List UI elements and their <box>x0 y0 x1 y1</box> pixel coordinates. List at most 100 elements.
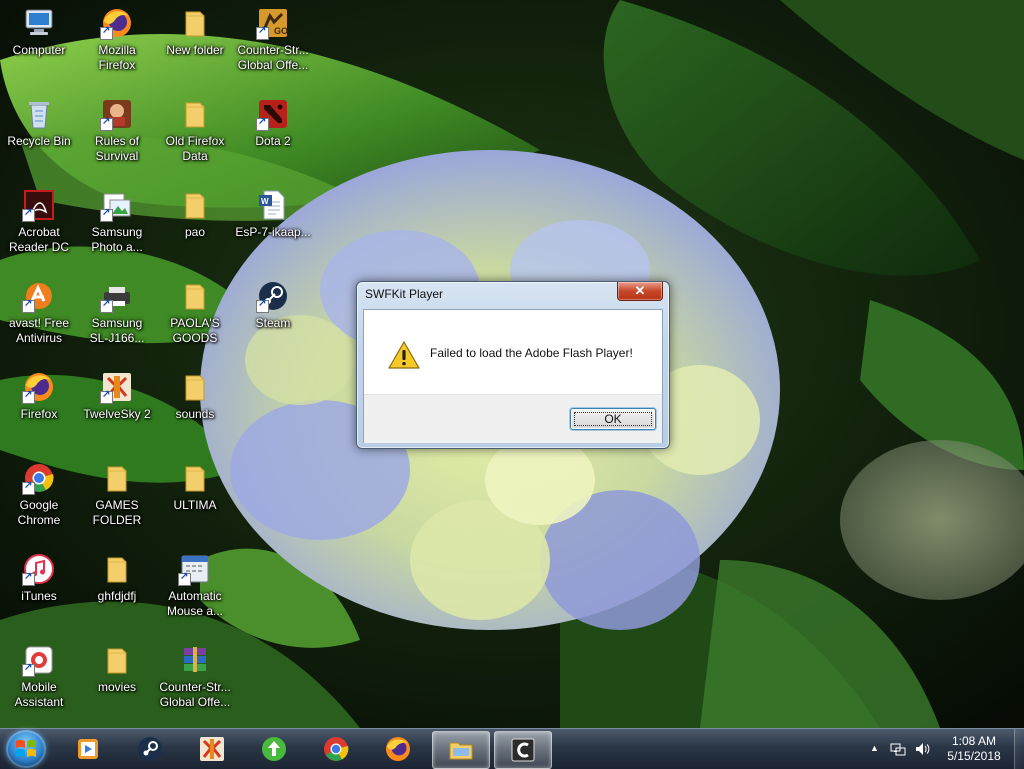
folder-icon <box>100 461 134 495</box>
desktop-icon-computer[interactable]: Computer <box>0 0 78 88</box>
taskbar-clock[interactable]: 1:08 AM 5/15/2018 <box>934 734 1014 764</box>
desktop-icon-twelvesky[interactable]: TwelveSky 2 <box>78 364 156 452</box>
automatic-mouse-icon <box>178 552 212 586</box>
desktop-icon-label: movies <box>97 680 136 694</box>
folder-icon <box>178 188 212 222</box>
desktop-icon-ghfdjdfj[interactable]: ghfdjdfj <box>78 546 156 634</box>
desktop-icon-paolas-goods[interactable]: PAOLA'S GOODS <box>156 273 234 361</box>
shortcut-arrow-icon <box>256 116 269 131</box>
show-desktop-button[interactable] <box>1014 729 1024 769</box>
desktop-icon-samsung-printer[interactable]: Samsung SL-J166... <box>78 273 156 361</box>
folder-icon <box>178 279 212 313</box>
chrome-icon <box>22 461 56 495</box>
desktop-icon-label: GAMES FOLDER <box>92 498 142 527</box>
firefox-icon <box>22 370 56 404</box>
close-icon: ✕ <box>634 283 646 298</box>
desktop-icon-acrobat-reader[interactable]: Acrobat Reader DC <box>0 182 78 270</box>
folder-icon <box>100 643 134 677</box>
folder-icon <box>178 6 212 40</box>
svg-text:W: W <box>261 197 269 206</box>
dialog-title: SWFKit Player <box>365 287 444 301</box>
dialog-message-area: Failed to load the Adobe Flash Player! <box>364 310 662 394</box>
csgo-icon: GO <box>256 6 290 40</box>
desktop-icon-label: Automatic Mouse a... <box>166 589 224 618</box>
desktop-icon-label: Firefox <box>20 407 58 421</box>
dialog-button-bar: OK <box>364 394 662 443</box>
desktop-icon-avast[interactable]: avast! Free Antivirus <box>0 273 78 361</box>
desktop-icon-rules-of-survival[interactable]: Rules of Survival <box>78 91 156 179</box>
rules-of-survival-icon <box>100 97 134 131</box>
folder-icon <box>100 552 134 586</box>
folder-icon <box>178 461 212 495</box>
mobile-assistant-icon <box>22 643 56 677</box>
ok-button[interactable]: OK <box>570 408 656 430</box>
desktop-icon-label: Samsung Photo a... <box>91 225 143 254</box>
desktop-icon-mobile-assistant[interactable]: Mobile Assistant <box>0 637 78 725</box>
itunes-icon <box>22 552 56 586</box>
desktop-icon-label: iTunes <box>21 589 57 603</box>
desktop-icon-samsung-photo[interactable]: Samsung Photo a... <box>78 182 156 270</box>
folder-icon <box>178 97 212 131</box>
desktop-icon-esp-document[interactable]: W EsP-7-ikaap... <box>234 182 312 270</box>
show-hidden-icons-icon[interactable]: ▲ <box>870 743 879 753</box>
desktop-icon-label: Dota 2 <box>255 134 291 148</box>
desktop-icon-label: Recycle Bin <box>7 134 71 148</box>
desktop-icon-label: avast! Free Antivirus <box>8 316 70 345</box>
dialog-close-button[interactable]: ✕ <box>617 282 663 301</box>
desktop-icon-new-folder[interactable]: New folder <box>156 0 234 88</box>
desktop-icon-label: TwelveSky 2 <box>83 407 151 421</box>
desktop-icon-label: sounds <box>175 407 215 421</box>
desktop-icon-sounds[interactable]: sounds <box>156 364 234 452</box>
desktop-icon-firefox[interactable]: Firefox <box>0 364 78 452</box>
desktop-icon-counter-strike[interactable]: GO Counter-Str... Global Offe... <box>234 0 312 88</box>
taskbar: ▲ 1:08 AM 5/15/2018 <box>0 728 1024 769</box>
clock-date: 5/15/2018 <box>947 749 1001 763</box>
desktop-icon-old-firefox-data[interactable]: Old Firefox Data <box>156 91 234 179</box>
desktop-icon-label: Mobile Assistant <box>14 680 64 709</box>
shortcut-arrow-icon <box>22 480 35 495</box>
shortcut-arrow-icon <box>22 571 35 586</box>
winrar-icon <box>178 643 212 677</box>
clock-time: 1:08 AM <box>951 734 997 748</box>
desktop-icon-counter-strike-winrar[interactable]: Counter-Str... Global Offe... <box>156 637 234 725</box>
volume-icon[interactable] <box>914 741 930 757</box>
desktop-icon-label: Old Firefox Data <box>165 134 225 163</box>
desktop-icon-label: New folder <box>166 43 224 57</box>
desktop-icon-movies[interactable]: movies <box>78 637 156 725</box>
desktop-icon-label: ghfdjdfj <box>97 589 137 603</box>
shortcut-arrow-icon <box>100 389 113 404</box>
desktop-icon-recycle-bin[interactable]: Recycle Bin <box>0 91 78 179</box>
shortcut-arrow-icon <box>178 571 191 586</box>
shortcut-arrow-icon <box>22 662 35 677</box>
shortcut-arrow-icon <box>22 298 35 313</box>
desktop-icon-steam[interactable]: Steam <box>234 273 312 361</box>
desktop-icon-label: PAOLA'S GOODS <box>170 316 220 345</box>
desktop-icon-itunes[interactable]: iTunes <box>0 546 78 634</box>
desktop-icon-label: Counter-Str... Global Offe... <box>159 680 231 709</box>
desktop-icon-google-chrome[interactable]: Google Chrome <box>0 455 78 543</box>
desktop-icon-ultima[interactable]: ULTIMA <box>156 455 234 543</box>
network-icon[interactable] <box>890 741 906 757</box>
desktop-icon-dota2[interactable]: Dota 2 <box>234 91 312 179</box>
desktop-icon-label: Google Chrome <box>17 498 61 527</box>
desktop-icon-label: pao <box>184 225 206 239</box>
shortcut-arrow-icon <box>22 389 35 404</box>
desktop-icon-label: EsP-7-ikaap... <box>235 225 311 239</box>
firefox-icon <box>100 6 134 40</box>
shortcut-arrow-icon <box>100 25 113 40</box>
desktop-icon-label: Steam <box>255 316 291 330</box>
desktop-icon-automatic-mouse[interactable]: Automatic Mouse a... <box>156 546 234 634</box>
desktop-icon-label: Counter-Str... Global Offe... <box>237 43 309 72</box>
error-dialog[interactable]: SWFKit Player ✕ Failed to load the Adobe… <box>356 281 670 449</box>
shortcut-arrow-icon <box>100 207 113 222</box>
desktop-icon-label: ULTIMA <box>173 498 217 512</box>
dota2-icon <box>256 97 290 131</box>
desktop-icon-label: Mozilla Firefox <box>98 43 136 72</box>
desktop-icon-pao[interactable]: pao <box>156 182 234 270</box>
desktop-icon-label: Computer <box>12 43 66 57</box>
word-document-icon: W <box>256 188 290 222</box>
shortcut-arrow-icon <box>256 298 269 313</box>
desktop-icon-mozilla-firefox[interactable]: Mozilla Firefox <box>78 0 156 88</box>
desktop-icon-games-folder[interactable]: GAMES FOLDER <box>78 455 156 543</box>
shortcut-arrow-icon <box>22 207 35 222</box>
